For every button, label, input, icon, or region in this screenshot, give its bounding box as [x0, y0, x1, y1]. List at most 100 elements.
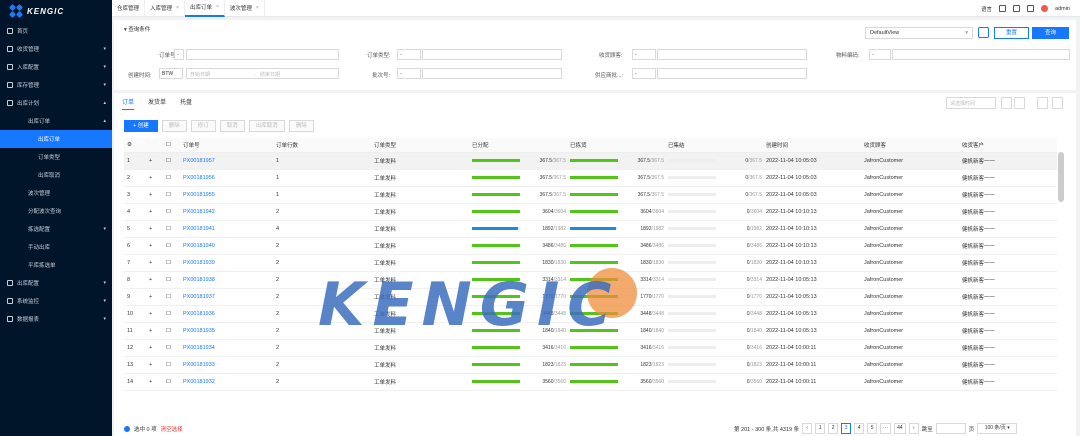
order-no-link[interactable]: PX00181939 — [180, 254, 273, 272]
expand-icon[interactable]: + — [146, 169, 163, 187]
order-no-link[interactable]: PX00181940 — [180, 237, 273, 255]
table-row[interactable]: 4 + ☐ PX00181942 2 工单发料 3604/3604 3604/3604 0/36… — [124, 203, 1057, 221]
row-checkbox[interactable]: ☐ — [163, 322, 180, 340]
row-checkbox[interactable]: ☐ — [163, 203, 180, 221]
sidebar-item-2[interactable]: 入库配置 ▾ — [0, 58, 112, 76]
print-icon[interactable] — [1037, 97, 1048, 109]
expand-icon[interactable]: + — [146, 288, 163, 306]
column-header-0[interactable]: 订单号 — [180, 138, 273, 153]
row-checkbox[interactable]: ☐ — [163, 339, 180, 357]
sidebar-item-3[interactable]: 库存管理 ▾ — [0, 76, 112, 94]
row-checkbox[interactable]: ☐ — [163, 254, 180, 272]
order-no-link[interactable]: PX00181956 — [180, 169, 273, 187]
column-header-8[interactable]: 收货客户 — [959, 138, 1057, 153]
tab-2[interactable]: 出库订单 × — [184, 0, 225, 17]
sidebar-item-15[interactable]: 系统监控 ▾ — [0, 292, 112, 310]
page-button-4[interactable]: 4 — [854, 423, 865, 434]
page-button-0[interactable]: ‹ — [802, 423, 813, 434]
action-button-0[interactable]: + 创建 — [124, 120, 158, 132]
table-row[interactable]: 1 + ☐ PX00181957 1 工单发料 367.5/367.5 367.5/367.5… — [124, 152, 1057, 170]
dropdown-icon[interactable] — [1014, 97, 1025, 109]
receiver-operator[interactable]: - — [632, 49, 656, 60]
expand-icon[interactable]: + — [146, 373, 163, 391]
order-no-input[interactable] — [186, 49, 339, 60]
sidebar-item-7[interactable]: 订单类型 — [0, 148, 112, 166]
vertical-scrollbar[interactable] — [1058, 152, 1064, 202]
grid-icon[interactable] — [1013, 5, 1021, 12]
expand-icon[interactable]: + — [146, 339, 163, 357]
page-button-1[interactable]: 1 — [815, 423, 826, 434]
tab-1[interactable]: 入库管理 × — [145, 0, 185, 17]
order-no-link[interactable]: PX00181957 — [180, 152, 273, 170]
row-checkbox[interactable]: ☐ — [163, 186, 180, 204]
column-header-1[interactable]: 订单行数 — [273, 138, 371, 153]
batch-operator[interactable]: - — [397, 68, 421, 79]
page-button-3[interactable]: 3 — [841, 423, 852, 434]
view-settings-icon[interactable] — [978, 27, 989, 38]
sidebar-item-13[interactable]: 平库拣选单 — [0, 256, 112, 274]
row-checkbox[interactable]: ☐ — [163, 220, 180, 238]
sidebar-item-14[interactable]: 出库配置 ▾ — [0, 274, 112, 292]
expand-icon[interactable]: + — [146, 152, 163, 170]
sidebar-item-6[interactable]: 出库订单 — [0, 130, 112, 148]
row-checkbox[interactable]: ☐ — [163, 373, 180, 391]
batch-input[interactable] — [422, 68, 562, 79]
sidebar-item-11[interactable]: 拣选配置 ▾ — [0, 220, 112, 238]
table-row[interactable]: 3 + ☐ PX00181955 1 工单发料 367.5/367.5 367.5/367.5… — [124, 186, 1057, 204]
order-no-link[interactable]: PX00181933 — [180, 356, 273, 374]
table-search-input[interactable]: 请选择时间 — [946, 97, 996, 109]
select-all-checkbox[interactable]: ☐ — [163, 138, 180, 153]
order-type-operator[interactable]: - — [397, 49, 421, 60]
supplier-operator[interactable]: - — [632, 68, 656, 79]
sidebar-item-9[interactable]: 波次管理 — [0, 184, 112, 202]
close-icon[interactable]: × — [176, 5, 179, 11]
subtab-1[interactable]: 发货单 — [148, 97, 166, 110]
table-row[interactable]: 14 + ☐ PX00181932 2 工单发料 3560/3560 3560/3560 0/3… — [124, 373, 1057, 391]
order-no-link[interactable]: PX00181937 — [180, 288, 273, 306]
reset-button[interactable]: 重置 — [994, 27, 1029, 39]
subtab-2[interactable]: 托盘 — [180, 97, 192, 110]
settings-icon[interactable] — [999, 5, 1007, 12]
sidebar-item-0[interactable]: 首页 — [0, 22, 112, 40]
clear-selection-link[interactable]: 清空选择 — [161, 425, 183, 433]
expand-icon[interactable]: + — [146, 254, 163, 272]
page-button-2[interactable]: 2 — [828, 423, 839, 434]
page-size-select[interactable]: 100 条/页 ▾ — [977, 423, 1018, 434]
tab-0[interactable]: 仓库管理 — [112, 0, 146, 17]
action-button-2[interactable]: 修订 — [190, 120, 216, 132]
order-no-operator[interactable]: - — [174, 49, 184, 60]
column-header-6[interactable]: 创建时间 — [763, 138, 861, 153]
refresh-icon[interactable] — [1001, 97, 1012, 109]
row-checkbox[interactable]: ☐ — [163, 271, 180, 289]
table-row[interactable]: 5 + ☐ PX00181941 4 工单发料 1892/1982 1892/1982 0/19… — [124, 220, 1057, 238]
close-icon[interactable]: × — [216, 4, 219, 10]
page-button-6[interactable]: ··· — [880, 423, 892, 434]
expand-icon[interactable]: + — [146, 237, 163, 255]
row-checkbox[interactable]: ☐ — [163, 356, 180, 374]
row-checkbox[interactable]: ☐ — [163, 288, 180, 306]
expand-icon[interactable]: + — [146, 356, 163, 374]
action-button-4[interactable]: 出库取消 — [248, 120, 285, 132]
column-header-2[interactable]: 订单类型 — [371, 138, 469, 153]
action-button-5[interactable]: 删除 — [288, 120, 314, 132]
expand-icon[interactable]: + — [146, 220, 163, 238]
action-button-3[interactable]: 取消 — [219, 120, 245, 132]
table-row[interactable]: 2 + ☐ PX00181956 1 工单发料 367.5/367.5 367.5/367.5… — [124, 169, 1057, 187]
created-time-operator[interactable]: BTW — [159, 68, 183, 79]
order-no-link[interactable]: PX00181932 — [180, 373, 273, 391]
expand-icon[interactable]: + — [146, 203, 163, 221]
table-row[interactable]: 13 + ☐ PX00181933 2 工单发料 1823/1823 1823/1823 0/1… — [124, 356, 1057, 374]
sidebar-item-10[interactable]: 分配波次查询 — [0, 202, 112, 220]
row-checkbox[interactable]: ☐ — [163, 237, 180, 255]
subtab-0[interactable]: 订单 — [122, 97, 135, 110]
query-header[interactable]: ▾ 查询条件 — [124, 25, 150, 33]
table-row[interactable]: 12 + ☐ PX00181934 2 工单发料 3416/3416 3416/3416 0/3… — [124, 339, 1057, 357]
view-select[interactable]: DefaultView ▾ — [865, 27, 973, 39]
page-button-8[interactable]: › — [908, 423, 919, 434]
order-no-link[interactable]: PX00181938 — [180, 271, 273, 289]
logout-icon[interactable] — [1027, 5, 1035, 12]
sidebar-item-16[interactable]: 数据报表 ▾ — [0, 310, 112, 328]
created-date-range[interactable]: 开始日期 → 结束日期 — [186, 68, 339, 79]
row-checkbox[interactable]: ☐ — [163, 169, 180, 187]
row-checkbox[interactable]: ☐ — [163, 152, 180, 170]
